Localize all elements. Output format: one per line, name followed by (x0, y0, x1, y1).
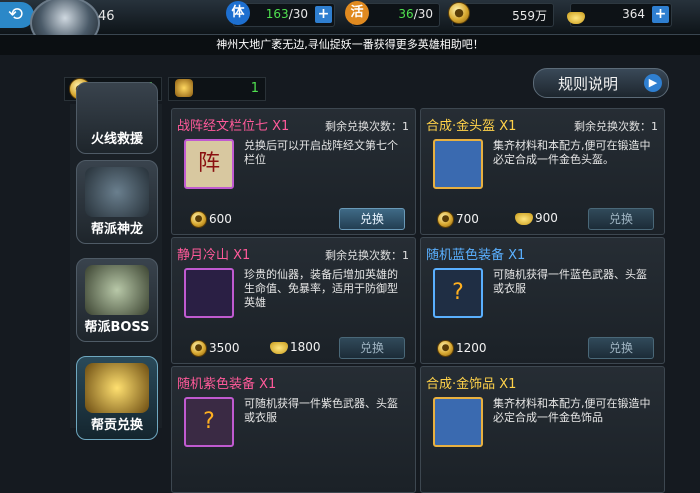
price-coin: ● 1200 (437, 340, 487, 357)
ingot-resource: 364 + (567, 3, 672, 27)
price-coin: ● 3500 (190, 340, 240, 357)
dragon-art (85, 167, 149, 217)
exchange-card: 静月冷山 X1 剩余兑换次数：1 珍贵的仙器，装备后增加英雄的生命值、免暴率，适… (171, 237, 416, 364)
sidebar-item-label: 帮派BOSS (84, 320, 150, 335)
card-remaining: 剩余兑换次数：1 (574, 120, 658, 133)
exchange-button[interactable]: 兑换 (339, 337, 405, 359)
sidebar-item-label: 帮派神龙 (90, 222, 143, 237)
sidebar-item-exchange[interactable]: 帮贡兑换 (76, 356, 158, 440)
vitality-resource: 活 36/30 (345, 1, 440, 27)
sidebar-item-dragon[interactable]: 帮派神龙 (76, 160, 158, 244)
token-counter-value: 1 (250, 81, 259, 96)
card-remaining: 剩余兑换次数：1 (325, 120, 409, 133)
sidebar: 火线救援 帮派神龙 帮派BOSS 帮贡兑换 (70, 82, 162, 440)
coin-icon: ● (447, 1, 471, 25)
formation-scroll-icon: 阵 (184, 139, 234, 189)
back-arrow-icon: ⟲ (8, 4, 24, 25)
coin-resource: ● 559万 (448, 2, 554, 27)
card-title: 战阵经文栏位七 X1 (177, 119, 290, 134)
sidebar-item-label: 帮贡兑换 (90, 418, 143, 433)
play-arrow-icon: ▶ (644, 74, 662, 92)
rules-label: 规则说明 (558, 75, 619, 93)
card-description: 兑换后可以开启战阵经文第七个栏位 (244, 139, 398, 166)
exchange-button[interactable]: 兑换 (339, 208, 405, 230)
boss-art (85, 265, 149, 315)
price-coin: ● 700 (437, 211, 479, 228)
exchange-button[interactable]: 兑换 (588, 337, 654, 359)
card-description: 集齐材料和本配方,便可在锻造中必定合成一件金色饰品 (493, 397, 651, 424)
player-level: 46 (98, 9, 115, 24)
card-title: 静月冷山 X1 (177, 248, 251, 263)
ingot-value: 364 (622, 7, 645, 21)
rules-button[interactable]: 规则说明 ▶ (533, 68, 669, 98)
exchange-card: 合成·金饰品 X1 集齐材料和本配方,便可在锻造中必定合成一件金色饰品 (420, 366, 665, 493)
price-coin: ● 600 (190, 211, 232, 228)
ingot-icon (565, 6, 589, 30)
exchange-button[interactable]: 兑换 (588, 208, 654, 230)
top-bar: ⟲ 46 体 163/30 + 活 36/30 ● 559万 364 + (0, 0, 700, 50)
treasure-bag-art (85, 363, 149, 413)
stamina-icon: 体 (226, 1, 250, 25)
card-title: 合成·金头盔 X1 (426, 119, 517, 134)
recipe-scroll-icon (433, 397, 483, 447)
token-counter: 1 (168, 77, 266, 101)
notice-banner: 神州大地广袤无边,寻仙捉妖一番获得更多英雄相助吧！ (0, 35, 700, 55)
stamina-add-button[interactable]: + (315, 6, 332, 23)
stamina-value: 163/30 (265, 7, 308, 21)
vitality-icon: 活 (345, 1, 369, 25)
sidebar-item-boss[interactable]: 帮派BOSS (76, 258, 158, 342)
price-ingot: 900 (515, 211, 558, 225)
card-title: 合成·金饰品 X1 (426, 377, 517, 392)
card-description: 珍贵的仙器，装备后增加英雄的生命值、免暴率，适用于防御型英雄 (244, 268, 398, 309)
card-remaining: 剩余兑换次数：1 (325, 249, 409, 262)
card-description: 可随机获得一件蓝色武器、头盔或衣服 (493, 268, 647, 295)
price-ingot: 1800 (270, 340, 321, 354)
boot-icon (184, 268, 234, 318)
card-title: 随机蓝色装备 X1 (426, 248, 526, 263)
exchange-card: 战阵经文栏位七 X1 剩余兑换次数：1 阵 兑换后可以开启战阵经文第七个栏位 ●… (171, 108, 416, 235)
vitality-value: 36/30 (398, 7, 433, 21)
card-description: 集齐材料和本配方,便可在锻造中必定合成一件金色头盔。 (493, 139, 651, 166)
exchange-card: 合成·金头盔 X1 剩余兑换次数：1 集齐材料和本配方,便可在锻造中必定合成一件… (420, 108, 665, 235)
question-mark-icon: ? (184, 397, 234, 447)
recipe-scroll-icon (433, 139, 483, 189)
stamina-resource: 体 163/30 + (226, 1, 335, 27)
mask-icon (175, 79, 193, 97)
ingot-add-button[interactable]: + (652, 6, 669, 23)
exchange-card: 随机紫色装备 X1 ? 可随机获得一件紫色武器、头盔或衣服 (171, 366, 416, 493)
sidebar-item-label: 火线救援 (90, 132, 143, 147)
back-button[interactable]: ⟲ (0, 2, 34, 28)
question-mark-icon: ? (433, 268, 483, 318)
card-description: 可随机获得一件紫色武器、头盔或衣服 (244, 397, 398, 424)
card-title: 随机紫色装备 X1 (177, 377, 277, 392)
exchange-card: 随机蓝色装备 X1 ? 可随机获得一件蓝色武器、头盔或衣服 ● 1200 兑换 (420, 237, 665, 364)
coin-value: 559万 (512, 9, 547, 23)
sidebar-item-rescue[interactable]: 火线救援 (76, 82, 158, 154)
